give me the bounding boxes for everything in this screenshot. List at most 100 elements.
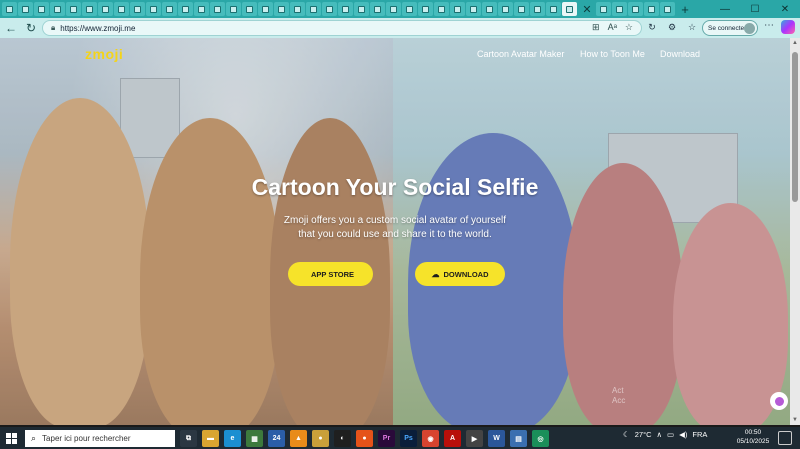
nav-download[interactable]: Download [660, 49, 700, 59]
tab-favicon[interactable] [514, 2, 529, 16]
notification-icon[interactable] [778, 431, 792, 445]
sign-in-button[interactable]: Se connecter [702, 20, 758, 36]
tab-favicon[interactable] [434, 2, 449, 16]
new-tab-icon[interactable]: + [678, 2, 692, 17]
tab-favicon[interactable] [130, 2, 145, 16]
app-store-label: APP STORE [310, 269, 355, 279]
tab-favicon[interactable] [466, 2, 481, 16]
more-menu-icon[interactable]: ⋯ [764, 20, 774, 31]
taskbar-search[interactable]: ⌕ Taper ici pour rechercher [25, 430, 175, 447]
word-icon[interactable]: W [488, 430, 505, 447]
tab-favicon[interactable] [628, 2, 643, 16]
tab-favicon[interactable] [226, 2, 241, 16]
app-icon[interactable]: ◐ [334, 430, 351, 447]
tab-favicon[interactable] [386, 2, 401, 16]
tab-favicon[interactable] [644, 2, 659, 16]
tab-favicon[interactable] [82, 2, 97, 16]
tray-chevron-icon[interactable]: ∧ [657, 430, 663, 439]
tab-favicon[interactable] [482, 2, 497, 16]
tab-favicon[interactable] [50, 2, 65, 16]
temperature[interactable]: 27°C [635, 430, 652, 439]
scroll-down-icon[interactable]: ▼ [792, 417, 798, 423]
url-field[interactable]: 🔒︎ https://www.zmoji.me ⊞ Aᵃ ☆ [42, 20, 642, 36]
acrobat-icon[interactable]: A [444, 430, 461, 447]
task-view-icon[interactable]: ⧉ [180, 430, 197, 447]
tab-favicon[interactable] [34, 2, 49, 16]
site-logo[interactable]: zmoji [85, 46, 123, 62]
tab-favicon[interactable] [194, 2, 209, 16]
app-available-icon[interactable]: ⊞ [592, 22, 600, 33]
tab-favicon[interactable] [612, 2, 627, 16]
photoshop-icon[interactable]: Ps [400, 430, 417, 447]
tab-favicon[interactable] [660, 2, 675, 16]
nav-cartoon-avatar-maker[interactable]: Cartoon Avatar Maker [477, 49, 564, 59]
extensions-icon[interactable]: ⚙ [665, 20, 679, 34]
tab-favicon[interactable] [338, 2, 353, 16]
scroll-up-icon[interactable]: ▲ [792, 40, 798, 46]
copilot-icon[interactable] [781, 20, 795, 34]
tab-favicon[interactable] [274, 2, 289, 16]
edge-icon[interactable]: e [224, 430, 241, 447]
tab-favicon[interactable] [596, 2, 611, 16]
tab-favicon[interactable] [114, 2, 129, 16]
tab-favicon[interactable] [146, 2, 161, 16]
tab-favicon[interactable] [498, 2, 513, 16]
clock-time: 00:50 [744, 429, 762, 436]
vlc-icon[interactable]: ▲ [290, 430, 307, 447]
start-button[interactable] [0, 427, 22, 449]
close-window-icon[interactable]: ✕ [770, 0, 800, 18]
photos-icon[interactable]: ▤ [510, 430, 527, 447]
back-icon[interactable]: ← [2, 19, 20, 37]
mail-icon[interactable]: 24 [268, 430, 285, 447]
chrome-alt-icon[interactable]: ◎ [532, 430, 549, 447]
weather-moon-icon[interactable]: ☾ [623, 430, 630, 439]
tab-favicon[interactable] [418, 2, 433, 16]
tab-favicon[interactable] [258, 2, 273, 16]
media-player-icon[interactable]: ▶ [466, 430, 483, 447]
network-icon[interactable]: ▭ [667, 430, 674, 439]
tab-favicon[interactable] [2, 2, 17, 16]
refresh-circle-icon[interactable]: ↻ [645, 20, 659, 34]
firefox-icon[interactable]: ● [356, 430, 373, 447]
tab-favicon[interactable] [98, 2, 113, 16]
maximize-icon[interactable]: ☐ [740, 0, 770, 18]
tab-favicon[interactable] [306, 2, 321, 16]
store-icon[interactable]: ▦ [246, 430, 263, 447]
tab-favicon[interactable] [18, 2, 33, 16]
app-store-button[interactable]: APP STORE [288, 262, 373, 286]
taskbar-clock[interactable]: 00:50 05/10/2025 [735, 428, 771, 446]
chrome-icon[interactable]: ◉ [422, 430, 439, 447]
tab-favicon[interactable] [290, 2, 305, 16]
active-tab-favicon[interactable] [562, 2, 577, 16]
tab-favicon[interactable] [322, 2, 337, 16]
tab-favicon[interactable] [66, 2, 81, 16]
minimize-icon[interactable]: — [710, 0, 740, 18]
file-explorer-icon[interactable]: ▬ [202, 430, 219, 447]
clock-date: 05/10/2025 [736, 438, 770, 445]
tab-favicon[interactable] [450, 2, 465, 16]
medal-icon[interactable]: ● [312, 430, 329, 447]
refresh-icon[interactable]: ↻ [22, 19, 40, 37]
hero-subtitle-line-1: Zmoji offers you a custom social avatar … [283, 215, 507, 226]
tab-favicon[interactable] [546, 2, 561, 16]
page-scrollbar[interactable]: ▲ ▼ [790, 38, 800, 425]
tab-close-icon[interactable]: ✕ [580, 2, 594, 16]
tab-favicon[interactable] [530, 2, 545, 16]
download-button[interactable]: ☁ DOWNLOAD [415, 262, 505, 286]
chat-widget-icon[interactable] [770, 392, 788, 410]
favorites-icon[interactable]: ☆ [685, 20, 699, 34]
tab-favicon[interactable] [178, 2, 193, 16]
tab-favicon[interactable] [402, 2, 417, 16]
tab-favicon[interactable] [162, 2, 177, 16]
nav-how-to-toon-me[interactable]: How to Toon Me [580, 49, 645, 59]
read-aloud-icon[interactable]: Aᵃ [608, 22, 617, 33]
tab-favicon[interactable] [210, 2, 225, 16]
tab-favicon[interactable] [354, 2, 369, 16]
premiere-icon[interactable]: Pr [378, 430, 395, 447]
volume-icon[interactable]: ◀) [679, 430, 687, 439]
language-indicator[interactable]: FRA [692, 430, 707, 439]
tab-favicon[interactable] [242, 2, 257, 16]
scrollbar-thumb[interactable] [792, 52, 798, 202]
tab-favicon[interactable] [370, 2, 385, 16]
favorite-star-icon[interactable]: ☆ [625, 22, 633, 33]
